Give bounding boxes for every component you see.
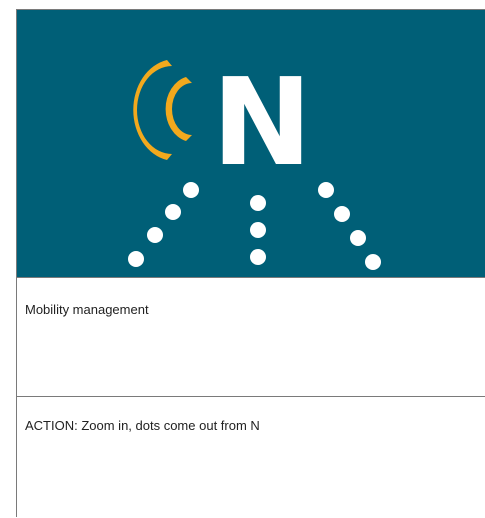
- caption-cell: Mobility management: [17, 278, 485, 397]
- dot: [250, 195, 266, 211]
- action-cell: ACTION: Zoom in, dots come out from N: [17, 397, 485, 518]
- dot: [183, 182, 199, 198]
- action-text: ACTION: Zoom in, dots come out from N: [25, 418, 260, 433]
- illustration-frame: N: [17, 10, 485, 278]
- dot: [350, 230, 366, 246]
- dot: [334, 206, 350, 222]
- dot: [147, 227, 163, 243]
- signal-wave-inner-icon: [165, 77, 192, 141]
- logo-letter: N: [212, 54, 312, 193]
- storyboard-panel: N Mobility management ACTION: Zoom in, d…: [16, 9, 485, 517]
- dot: [365, 254, 381, 270]
- dot: [250, 222, 266, 238]
- mobility-illustration: N: [128, 54, 381, 270]
- dot: [250, 249, 266, 265]
- dot: [128, 251, 144, 267]
- dot: [318, 182, 334, 198]
- dot: [165, 204, 181, 220]
- caption-text: Mobility management: [25, 302, 149, 317]
